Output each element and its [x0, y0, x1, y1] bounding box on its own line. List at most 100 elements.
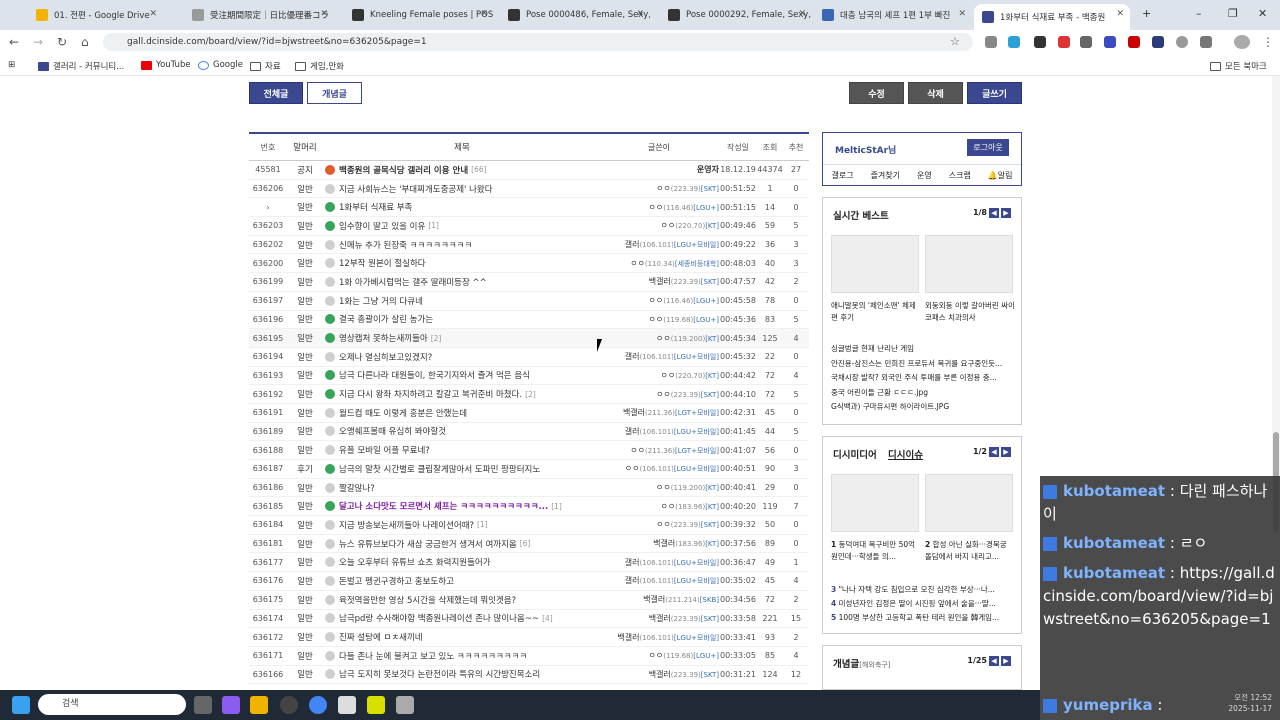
post-title-cell[interactable]: 12부작 원본이 절실하다 — [323, 257, 599, 269]
post-writer[interactable]: 백갤러(183.96)[KT] — [599, 538, 719, 549]
post-writer[interactable]: ㅇㅇ(119.200)[KT] — [599, 482, 719, 493]
close-tab-icon[interactable]: ✕ — [636, 9, 644, 19]
post-title-cell[interactable]: 1화부터 식재료 부족 — [323, 201, 599, 213]
all-posts-button[interactable]: 전체글 — [249, 82, 303, 104]
post-writer[interactable]: ㅇㅇ(223.39)[SKT] — [599, 389, 719, 400]
comment-count[interactable]: [66] — [471, 165, 486, 174]
table-row[interactable]: 636174 일반 남극pd랑 수사해야함 백종원나레이션 존나 많이나옴~~ [4]… — [249, 610, 809, 629]
browser-tab[interactable]: 1화부터 식재료 부족 - 백종원 ✕ — [974, 4, 1130, 30]
prev-page-button[interactable]: ◀ — [989, 656, 999, 666]
comment-count[interactable]: [2] — [525, 390, 536, 399]
close-tab-icon[interactable]: ✕ — [798, 9, 806, 19]
task-view-icon[interactable] — [194, 696, 212, 714]
post-title[interactable]: 남극 도지히 못보것다 논란전이라 특유의 시간방진목소리 — [339, 668, 540, 680]
bookmark-item[interactable]: YouTube — [141, 60, 191, 70]
bookmark-folder[interactable]: 게임,만화 — [295, 60, 344, 72]
post-title[interactable]: 오제나 열심히보고있겠지? — [339, 351, 432, 363]
dc-thumbnail[interactable] — [831, 474, 919, 532]
dc-issue-tab[interactable]: 디시이슈 — [888, 447, 923, 461]
manage-link[interactable]: 운영 — [917, 170, 932, 181]
forward-icon[interactable]: → — [33, 35, 43, 49]
post-title[interactable]: 1화는 그냥 거의 다큐네 — [339, 295, 423, 307]
best-list-item[interactable]: 싱글벙글 현재 난리난 게임 — [831, 342, 1017, 357]
post-writer[interactable]: ㅇㅇ(211.36)[LGT+모바일] — [599, 445, 719, 456]
post-writer[interactable]: 백갤러(223.39)[SKT] — [599, 276, 719, 287]
post-title[interactable]: 12부작 원본이 절실하다 — [339, 257, 426, 269]
post-title-cell[interactable]: 1화 아가베시럽먹는 갤주 딸래미등장 ^^ — [323, 276, 599, 288]
browser-tab[interactable]: Pose 0000486, Female, Sexy, ✕ — [500, 4, 650, 26]
post-title[interactable]: 육젓역을만한 영상 5시간을 삭제했는데 뭐잇겟음? — [339, 594, 516, 606]
post-writer[interactable]: ㅇㅇ(183.96)[KT] — [599, 501, 720, 512]
table-row[interactable]: 636189 일반 오앵쉐프볼때 유심히 봐야할것 갤러(106.101)[LGU+모… — [249, 423, 809, 442]
app-icon[interactable] — [338, 696, 356, 714]
user-nickname[interactable]: MelticStAr님 — [835, 143, 896, 156]
table-row[interactable]: 45581 공지 백종원의 골목식당 갤러리 이용 안내 [66] 운영자 18.12.1… — [249, 161, 809, 180]
extension-icon[interactable] — [1058, 36, 1070, 48]
post-writer[interactable]: ㅇㅇ(119.68)[LGU+] — [599, 314, 719, 325]
close-tab-icon[interactable]: ✕ — [1116, 9, 1124, 19]
table-row[interactable]: 636171 일반 다들 존나 눈에 불켜고 보고 있노 ㅋㅋㅋㅋㅋㅋㅋㅋㅋ ㅇㅇ(1… — [249, 647, 809, 666]
extension-icon[interactable] — [1128, 36, 1140, 48]
file-explorer-icon[interactable] — [250, 696, 268, 714]
post-writer[interactable]: ㅇㅇ(220.70)[KT] — [599, 370, 720, 381]
writer-name[interactable]: 갤러 — [625, 240, 640, 249]
table-row[interactable]: 636172 일반 진짜 설탕에 ㅁㅊ새끼네 백갤러(106.101)[LGU+모바일… — [249, 628, 809, 647]
extension-icon[interactable] — [1176, 36, 1188, 48]
app-icon[interactable] — [280, 696, 298, 714]
table-row[interactable]: 636188 일반 유플 모바일 어플 무료네? ㅇㅇ(211.36)[LGT+모바일… — [249, 441, 809, 460]
next-page-button[interactable]: ▶ — [1001, 447, 1011, 457]
maximize-button[interactable]: ❐ — [1228, 7, 1238, 20]
table-row[interactable]: 636203 일반 임수향이 딸고 있을 이유 [1] ㅇㅇ(220.70)[KT] 00… — [249, 217, 809, 236]
profile-avatar[interactable] — [1234, 35, 1250, 49]
best-thumbnail[interactable] — [925, 235, 1013, 293]
writer-name[interactable]: ㅇㅇ — [649, 203, 664, 212]
edit-button[interactable]: 수정 — [849, 82, 904, 104]
post-writer[interactable]: 갤러(106.101)[LGU+모바일] — [599, 426, 719, 437]
logout-button[interactable]: 로그아웃 — [967, 139, 1009, 156]
table-row[interactable]: 636181 일반 뉴스 유튜브보다가 새삼 궁금한거 생겨서 여까지옴 [6] 백갤러… — [249, 535, 809, 554]
post-title-cell[interactable]: 1화는 그냥 거의 다큐네 — [323, 295, 599, 307]
writer-name[interactable]: ㅇㅇ — [656, 390, 671, 399]
close-tab-icon[interactable]: ✕ — [149, 9, 157, 19]
post-title[interactable]: 오늘 오후부터 유튜브 쇼츠 화력지원들어가 — [339, 556, 491, 568]
post-writer[interactable]: ㅇㅇ(223.39)[SKT] — [599, 519, 719, 530]
close-window-button[interactable]: ✕ — [1258, 7, 1267, 20]
post-writer[interactable]: ㅇㅇ(223.39)[SKT] — [599, 183, 719, 194]
table-row[interactable]: 636200 일반 12부작 원본이 절실하다 ㅇㅇ(110.34)[세종비등대학] 0… — [249, 254, 809, 274]
post-writer[interactable]: ㅇㅇ(119.68)[LGU+] — [599, 650, 719, 661]
post-title[interactable]: 1화부터 식재료 부족 — [339, 201, 412, 213]
post-title-cell[interactable]: 오앵쉐프볼때 유심히 봐야할것 — [323, 425, 599, 437]
extension-icon[interactable] — [1008, 36, 1020, 48]
writer-name[interactable]: ㅇㅇ — [656, 520, 671, 529]
post-title[interactable]: 신메뉴 추가 된장죽 ㅋㅋㅋㅋㅋㅋㅋㅋ — [339, 239, 472, 251]
all-bookmarks-folder[interactable]: 모든 북마크 — [1210, 60, 1267, 72]
extension-icon[interactable] — [1152, 36, 1164, 48]
post-writer[interactable]: 갤러(106.101)[LGU+모바일] — [599, 239, 719, 250]
table-row[interactable]: 636199 일반 1화 아가베시럽먹는 갤주 딸래미등장 ^^ 백갤러(223.39… — [249, 273, 809, 292]
post-writer[interactable]: ㅇㅇ(106.101)[LGU+모바일] — [599, 463, 719, 474]
table-row[interactable]: 636192 일반 지금 다시 왕좌 차지하려고 칼갈고 복귀준비 마쳤다. [2] ㅇ… — [249, 385, 809, 404]
table-row[interactable]: 636166 일반 남극 도지히 못보것다 논란전이라 특유의 시간방진목소리 백갤러… — [249, 666, 809, 685]
best-list-item[interactable]: 중국 어린이들 근황 ㄷㄷㄷ.jpg — [831, 386, 1017, 401]
table-row[interactable]: 636191 일반 월드컵 때도 이렇게 흥분은 안했는데 백갤러(211.36)[L… — [249, 404, 809, 423]
post-title[interactable]: 결국 총괄이가 살린 농가는 — [339, 313, 433, 325]
browser-tab[interactable]: Pose 0000292, Female, Sexy, ✕ — [660, 4, 812, 26]
post-writer[interactable]: ㅇㅇ(119.200)[KT] — [599, 333, 719, 344]
post-title-cell[interactable]: 다들 존나 눈에 불켜고 보고 있노 ㅋㅋㅋㅋㅋㅋㅋㅋㅋ — [323, 650, 599, 662]
concept-posts-button[interactable]: 개념글 — [307, 82, 362, 104]
table-row[interactable]: 636177 일반 오늘 오후부터 유튜브 쇼츠 화력지원들어가 갤러(106.101… — [249, 553, 809, 573]
writer-name[interactable]: ㅇㅇ — [630, 259, 645, 268]
dc-pager[interactable]: 1/2 ◀ ▶ — [973, 447, 1011, 457]
gallog-link[interactable]: 갤로그 — [831, 170, 853, 181]
browser-tab[interactable]: Kneeling Female poses | POSE ✕ — [344, 4, 494, 26]
best-thumbnail[interactable] — [831, 235, 919, 293]
writer-name[interactable]: ㅇㅇ — [625, 464, 640, 473]
writer-name[interactable]: 갤러 — [625, 427, 640, 436]
comment-count[interactable]: [6] — [520, 539, 531, 548]
close-tab-icon[interactable]: ✕ — [958, 9, 966, 19]
post-title[interactable]: 오앵쉐프볼때 유심히 봐야할것 — [339, 425, 446, 437]
extension-icon[interactable] — [985, 36, 997, 48]
url-input[interactable]: gall.dcinside.com/board/view/?id=bjwstre… — [103, 33, 973, 51]
writer-name[interactable]: 백갤러 — [649, 277, 671, 286]
writer-name[interactable]: 백갤러 — [649, 614, 671, 623]
